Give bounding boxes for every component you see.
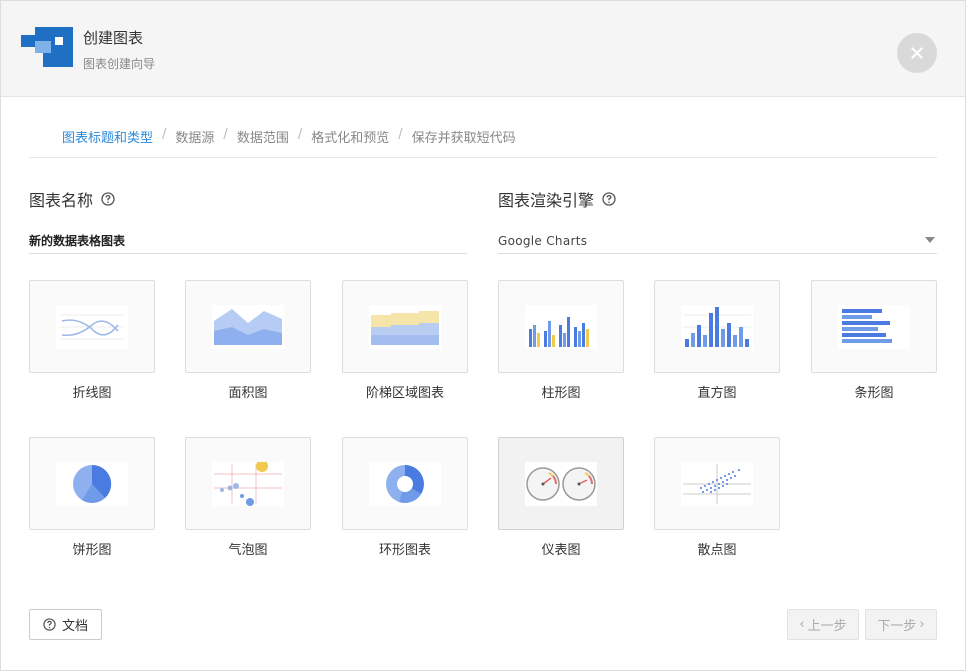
chart-type-bar[interactable]	[811, 280, 937, 373]
histogram-icon	[681, 304, 753, 349]
chart-type-column[interactable]	[498, 280, 624, 373]
next-step-label: 下一步	[877, 619, 917, 634]
column-chart-icon	[525, 304, 597, 349]
step-title-and-type[interactable]: 图表标题和类型	[62, 127, 153, 146]
chart-type-label: 柱形图	[541, 386, 581, 401]
scatter-chart-icon	[681, 461, 753, 506]
docs-button[interactable]: 文档	[29, 609, 102, 640]
step-separator: /	[398, 127, 403, 142]
chart-type-bubble[interactable]	[185, 437, 311, 530]
gauge-chart-icon	[525, 461, 597, 506]
chevron-down-icon	[925, 237, 935, 243]
chart-type-label: 散点图	[697, 543, 737, 558]
prev-step-button[interactable]: ‹ 上一步	[787, 609, 859, 640]
chart-name-input[interactable]: 新的数据表格图表	[29, 228, 467, 254]
render-engine-label: 图表渲染引擎	[498, 191, 595, 210]
chart-type-label: 直方图	[697, 386, 737, 401]
render-engine-value: Google Charts	[498, 233, 588, 248]
chart-type-label: 折线图	[72, 386, 112, 401]
pie-chart-icon	[56, 461, 128, 506]
help-icon	[43, 618, 56, 631]
step-separator: /	[297, 127, 303, 142]
chevron-left-icon: ‹	[799, 617, 805, 632]
chart-type-label: 仪表图	[541, 543, 581, 558]
chart-type-label: 阶梯区域图表	[365, 386, 444, 401]
step-data-range[interactable]: 数据范围	[237, 127, 289, 146]
close-button[interactable]	[897, 33, 937, 73]
chart-type-label: 面积图	[228, 386, 268, 401]
chart-type-label: 环形图表	[378, 543, 431, 558]
dialog-title: 创建图表	[83, 29, 144, 47]
step-separator: /	[223, 127, 228, 142]
chart-type-pie[interactable]	[29, 437, 155, 530]
step-save-shortcode[interactable]: 保存并获取短代码	[412, 127, 516, 146]
chart-type-stepped-area[interactable]	[342, 280, 468, 373]
render-engine-select[interactable]: Google Charts	[498, 228, 937, 254]
donut-chart-icon	[369, 461, 441, 506]
bubble-chart-icon	[212, 461, 284, 506]
line-chart-icon	[56, 304, 128, 349]
render-engine-label-row: 图表渲染引擎	[498, 187, 616, 211]
help-icon[interactable]	[101, 192, 115, 206]
chart-type-scatter[interactable]	[654, 437, 780, 530]
chart-wizard-dialog: 创建图表 图表创建向导 图表标题和类型 / 数据源 / 数据范围 / 格式化和预…	[0, 0, 966, 671]
chart-type-area[interactable]	[185, 280, 311, 373]
dialog-header: 创建图表 图表创建向导	[1, 1, 965, 97]
step-format-preview[interactable]: 格式化和预览	[311, 127, 389, 146]
bar-chart-icon	[838, 304, 910, 349]
chart-type-gauge[interactable]	[498, 437, 624, 530]
chart-name-label: 图表名称	[29, 191, 94, 210]
dialog-subtitle: 图表创建向导	[83, 57, 156, 71]
chart-type-label: 饼形图	[72, 543, 112, 558]
help-icon[interactable]	[602, 192, 616, 206]
step-separator: /	[162, 127, 167, 142]
close-icon	[911, 47, 923, 59]
app-logo-icon	[21, 27, 73, 67]
chart-type-line[interactable]	[29, 280, 155, 373]
stepped-area-chart-icon	[369, 304, 441, 349]
chart-type-label: 条形图	[854, 386, 894, 401]
chevron-right-icon: ›	[919, 617, 925, 632]
chart-type-donut[interactable]	[342, 437, 468, 530]
wizard-steps: 图表标题和类型 / 数据源 / 数据范围 / 格式化和预览 / 保存并获取短代码	[29, 127, 937, 158]
next-step-button[interactable]: 下一步 ›	[865, 609, 937, 640]
chart-type-label: 气泡图	[228, 543, 268, 558]
step-data-source[interactable]: 数据源	[175, 127, 214, 146]
chart-name-label-row: 图表名称	[29, 187, 115, 211]
docs-button-label: 文档	[61, 619, 88, 634]
chart-type-histogram[interactable]	[654, 280, 780, 373]
area-chart-icon	[212, 304, 284, 349]
prev-step-label: 上一步	[807, 619, 847, 634]
